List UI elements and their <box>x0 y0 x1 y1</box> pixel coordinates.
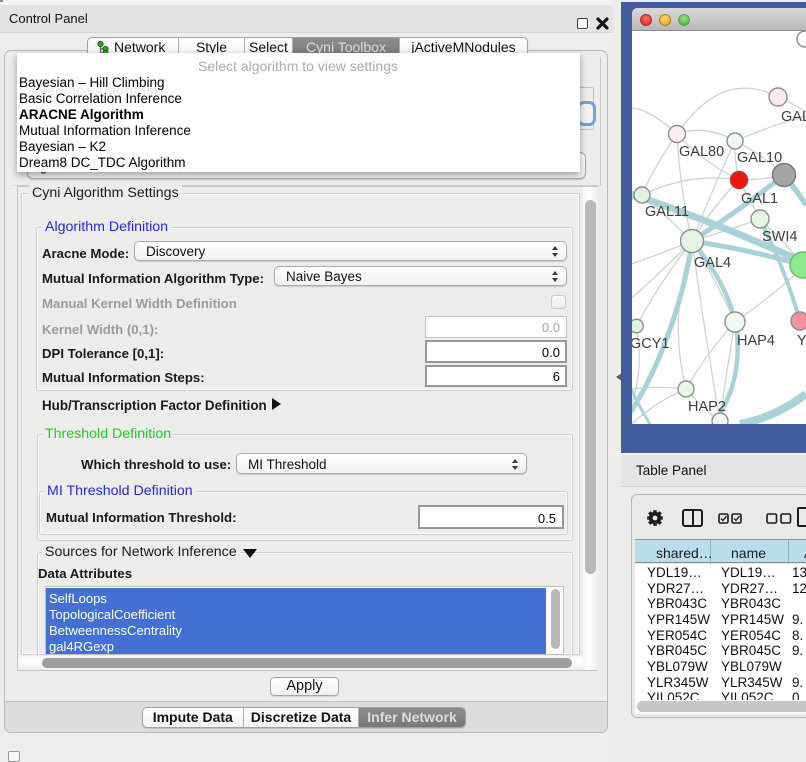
svg-text:Y: Y <box>797 333 806 349</box>
svg-text:GAL10: GAL10 <box>737 150 782 166</box>
svg-text:GAL7: GAL7 <box>781 109 806 125</box>
svg-text:HAP2: HAP2 <box>688 399 726 415</box>
svg-text:GAL80: GAL80 <box>679 144 724 160</box>
svg-text:SWI4: SWI4 <box>762 229 797 245</box>
svg-text:GAL11: GAL11 <box>645 204 689 220</box>
svg-text:GCY1: GCY1 <box>632 336 670 352</box>
svg-text:GAL4: GAL4 <box>694 255 731 271</box>
svg-text:HAP4: HAP4 <box>737 333 775 349</box>
svg-text:GAL1: GAL1 <box>741 191 778 207</box>
